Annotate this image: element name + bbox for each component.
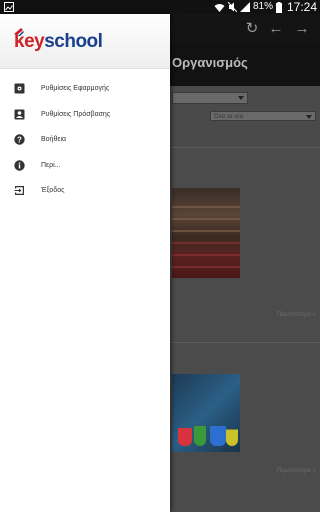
svg-text:?: ? — [17, 136, 22, 145]
drawer-header: keyschool — [0, 14, 170, 69]
account-box-icon — [14, 109, 25, 120]
menu-item-label: Ρυθμίσεις Εφαρμογής — [41, 85, 110, 93]
info-icon — [14, 160, 25, 171]
menu-item-help[interactable]: ? Βοήθεια — [0, 127, 170, 153]
organisation-select[interactable] — [172, 92, 248, 104]
menu-item-label: Περί... — [41, 161, 61, 169]
back-arrow-icon[interactable]: ← — [268, 21, 284, 37]
battery-icon — [275, 1, 282, 13]
refresh-icon[interactable]: ↻ — [244, 21, 260, 37]
drawer-menu: Ρυθμίσεις Εφαρμογής Ρυθμίσεις Πρόσβασης … — [0, 76, 170, 204]
logo-school: school — [44, 31, 103, 52]
help-icon: ? — [14, 134, 25, 145]
news-image-parliament[interactable] — [172, 188, 240, 278]
clock: 17:24 — [286, 0, 317, 14]
menu-item-about[interactable]: Περί... — [0, 153, 170, 179]
divider — [172, 147, 320, 148]
menu-item-app-settings[interactable]: Ρυθμίσεις Εφαρμογής — [0, 76, 170, 102]
signal-icon — [239, 2, 250, 12]
menu-item-access-settings[interactable]: Ρυθμίσεις Πρόσβασης — [0, 102, 170, 128]
news-image-science[interactable] — [172, 374, 240, 452]
gallery-icon — [4, 2, 14, 12]
divider — [172, 342, 320, 343]
status-bar: 81% 17:24 — [0, 0, 320, 14]
navigation-drawer: keyschool Ρυθμίσεις Εφαρμογής Ρυθμίσεις … — [0, 14, 170, 512]
page-title: Οργανισμός — [172, 55, 248, 70]
category-select[interactable]: Όλα τα νέα — [210, 111, 316, 121]
wifi-icon — [214, 3, 225, 12]
menu-item-label: Βοήθεια — [41, 136, 67, 144]
menu-item-label: Έξοδος — [41, 187, 65, 195]
menu-item-label: Ρυθμίσεις Πρόσβασης — [41, 110, 111, 118]
exit-icon — [14, 186, 24, 196]
logo-key: key — [14, 31, 45, 52]
app-logo: keyschool — [14, 31, 103, 52]
more-link[interactable]: Περισσότερα » — [277, 468, 316, 474]
forward-arrow-icon[interactable]: → — [294, 21, 310, 37]
battery-percent: 81% — [252, 1, 273, 12]
more-link[interactable]: Περισσότερα » — [277, 312, 316, 318]
mute-icon — [227, 2, 237, 12]
settings-icon — [14, 83, 25, 94]
menu-item-exit[interactable]: Έξοδος — [0, 178, 170, 204]
